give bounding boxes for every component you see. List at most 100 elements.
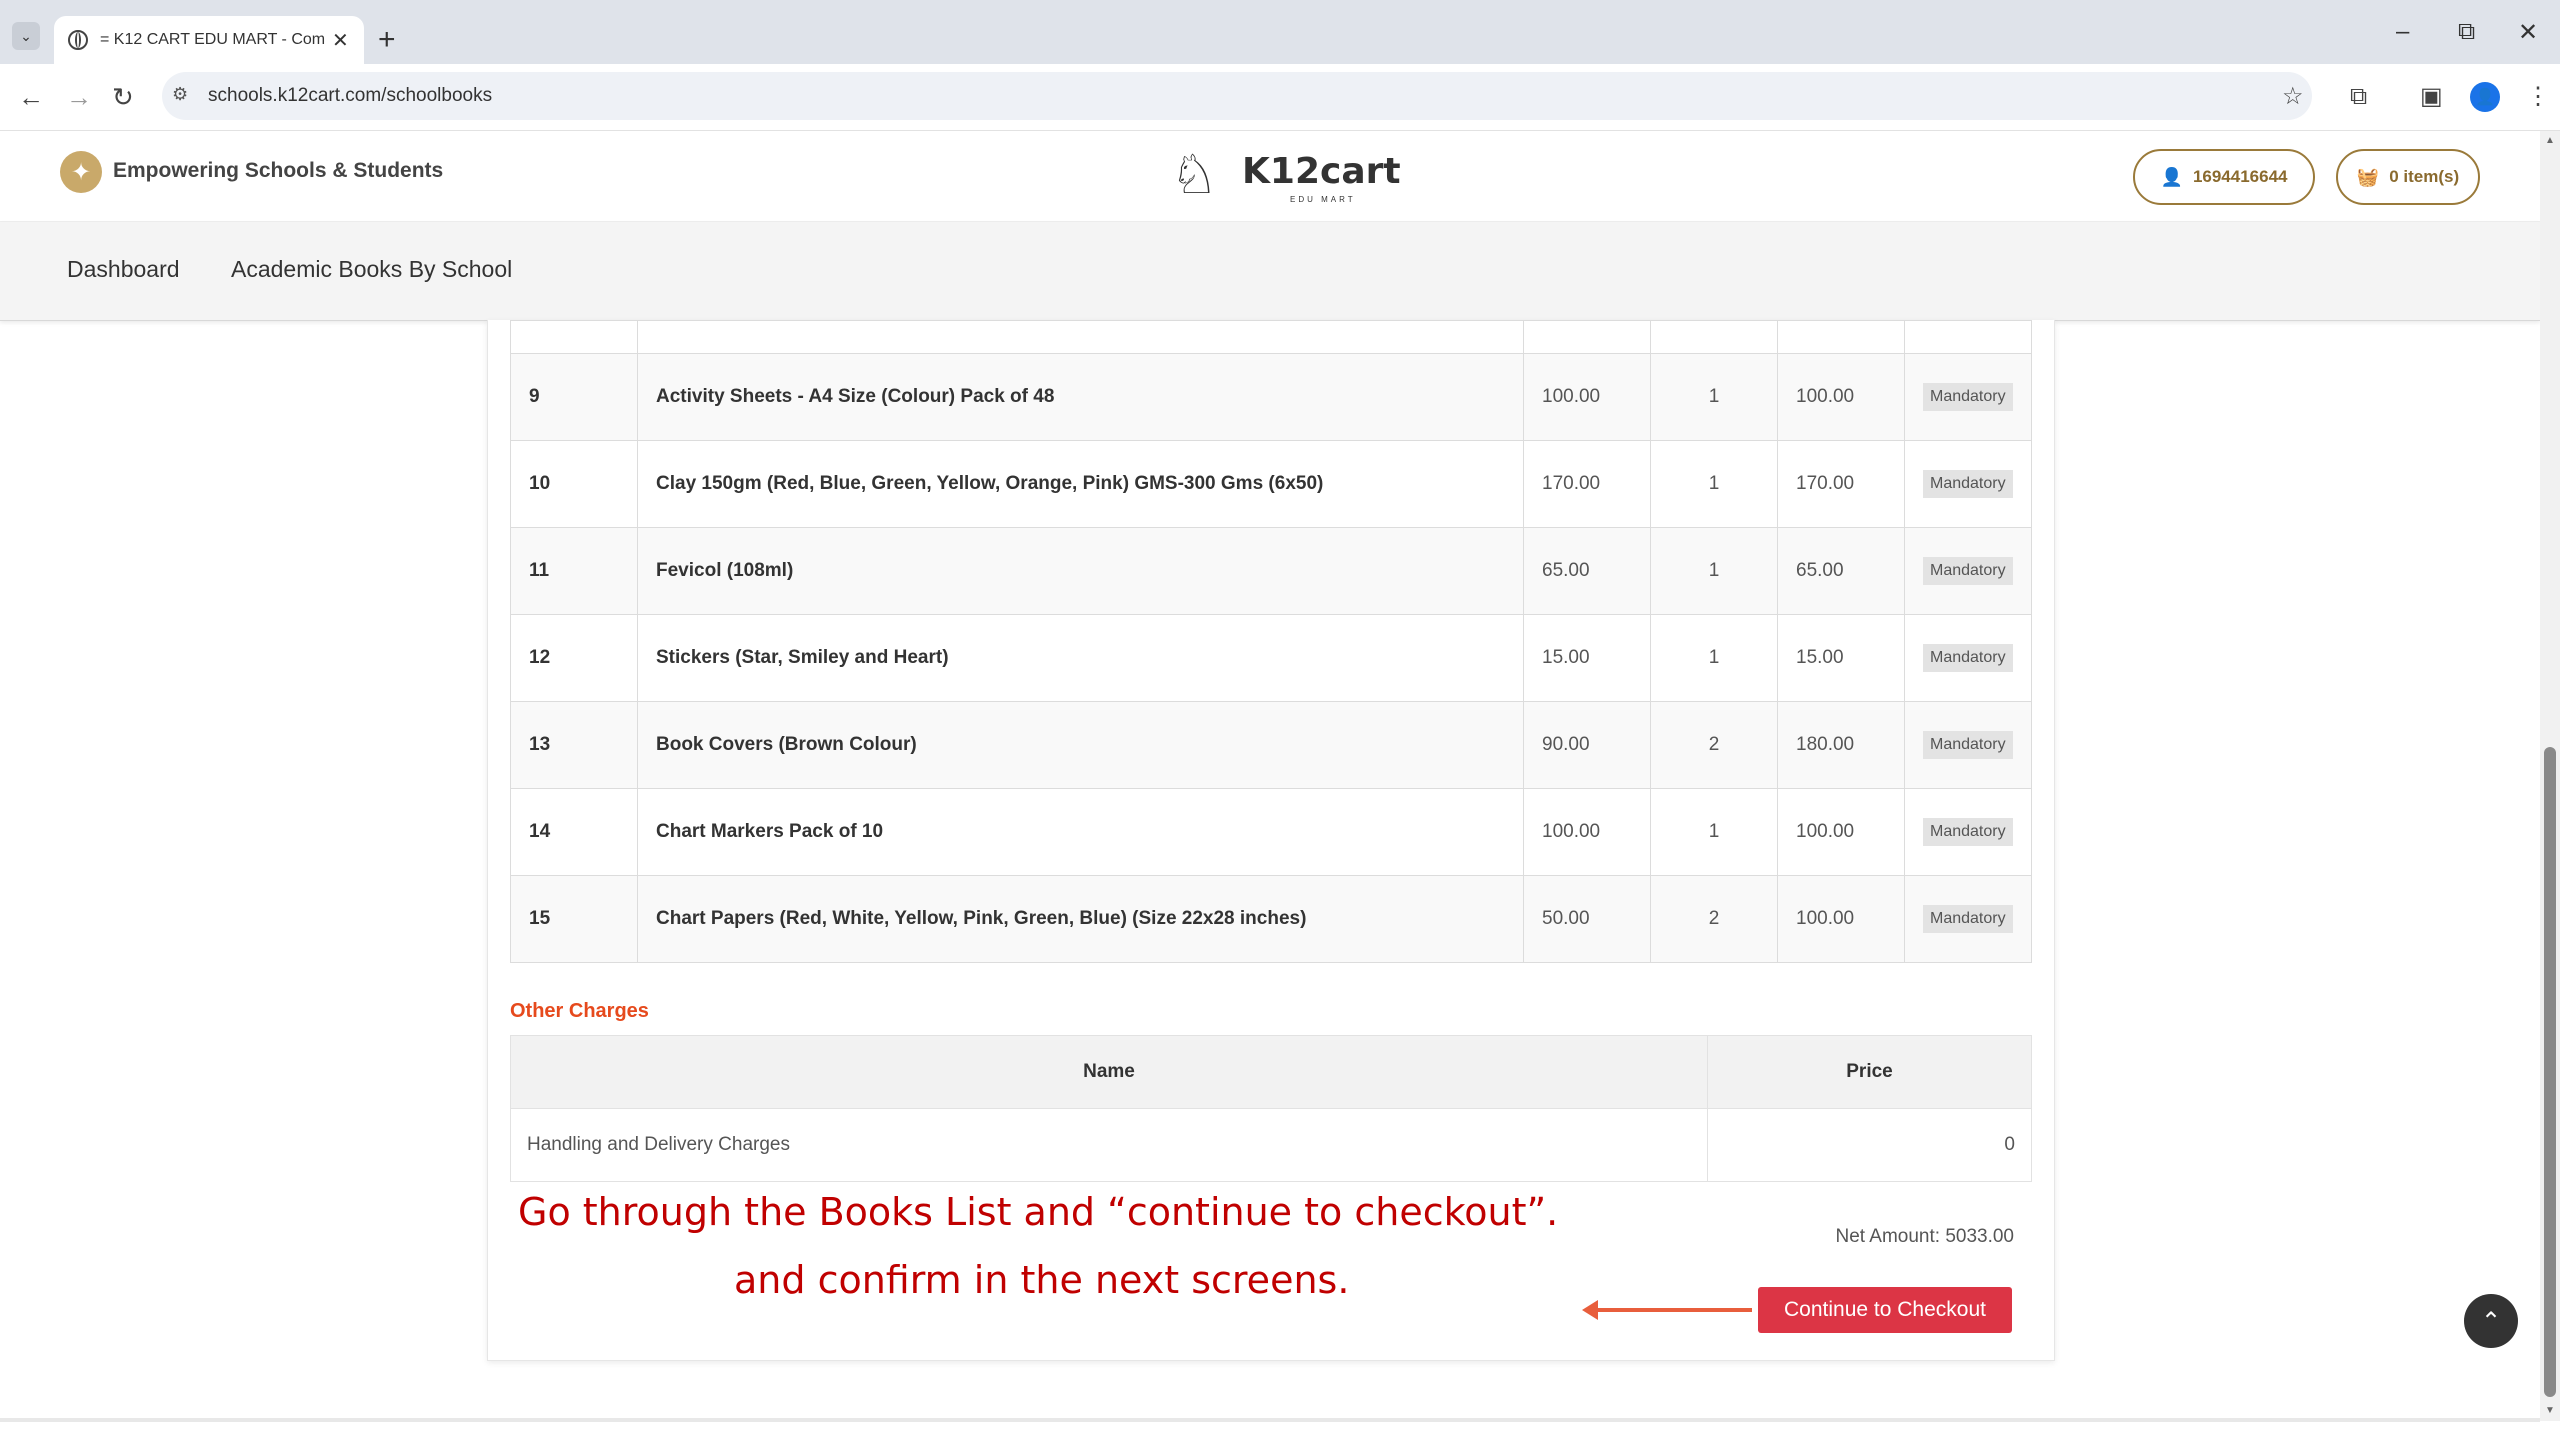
table-row: 11 Fevicol (108ml) 65.00 1 65.00 Mandato…: [510, 527, 2032, 615]
menu-kebab-icon[interactable]: ⋮: [2526, 84, 2550, 110]
profile-avatar-icon[interactable]: 👤: [2470, 82, 2500, 112]
browser-tab-bar: ⌄ = K12 CART EDU MART - Compl ✕ + – ⧉ ✕: [0, 0, 2560, 64]
forward-icon[interactable]: →: [66, 82, 92, 112]
url-text[interactable]: schools.k12cart.com/schoolbooks: [208, 85, 492, 107]
item-name: Activity Sheets - A4 Size (Colour) Pack …: [637, 353, 1524, 441]
minimize-icon[interactable]: –: [2396, 18, 2409, 46]
status-badge: Mandatory: [1923, 644, 2013, 672]
cart-icon: 🧺: [2356, 166, 2380, 187]
item-price: 65.00: [1523, 527, 1651, 615]
item-sno: 10: [510, 440, 638, 528]
nav-dashboard[interactable]: Dashboard: [67, 256, 180, 283]
item-price: 15.00: [1523, 614, 1651, 702]
items-table: 9 Activity Sheets - A4 Size (Colour) Pac…: [510, 320, 2032, 963]
account-button[interactable]: 👤 1694416644: [2133, 149, 2315, 205]
other-charges-table: Name Price Handling and Delivery Charges…: [510, 1035, 2032, 1182]
page-bottom-border: [0, 1418, 2540, 1422]
item-sno: 13: [510, 701, 638, 789]
item-name: Chart Papers (Red, White, Yellow, Pink, …: [637, 875, 1524, 963]
page-scrollbar[interactable]: ▲ ▼: [2540, 131, 2560, 1421]
side-panel-icon[interactable]: ▣: [2420, 84, 2443, 110]
charge-name: Handling and Delivery Charges: [510, 1108, 1708, 1182]
other-charges-heading: Other Charges: [510, 1000, 649, 1022]
table-row: 13 Book Covers (Brown Colour) 90.00 2 18…: [510, 701, 2032, 789]
brand-subtitle: EDU MART: [1290, 195, 1356, 204]
charge-price: 0: [1707, 1108, 2032, 1182]
extensions-icon[interactable]: ⧉: [2350, 84, 2367, 110]
status-badge: Mandatory: [1923, 383, 2013, 411]
item-total: 100.00: [1777, 875, 1905, 963]
status-badge: Mandatory: [1923, 905, 2013, 933]
item-name: Fevicol (108ml): [637, 527, 1524, 615]
item-total: 65.00: [1777, 527, 1905, 615]
table-row: 9 Activity Sheets - A4 Size (Colour) Pac…: [510, 353, 2032, 441]
site-info-icon[interactable]: ⚙: [172, 84, 188, 105]
item-name: Stickers (Star, Smiley and Heart): [637, 614, 1524, 702]
account-phone: 1694416644: [2192, 167, 2288, 186]
status-badge: Mandatory: [1923, 731, 2013, 759]
item-total: 180.00: [1777, 701, 1905, 789]
item-sno: 11: [510, 527, 638, 615]
table-row: 10 Clay 150gm (Red, Blue, Green, Yellow,…: [510, 440, 2032, 528]
net-amount: Net Amount: 5033.00: [1835, 1226, 2014, 1247]
item-total: 100.00: [1777, 788, 1905, 876]
item-total: 15.00: [1777, 614, 1905, 702]
item-total: 100.00: [1777, 353, 1905, 441]
item-qty: 2: [1650, 701, 1778, 789]
table-header-row: Name Price: [510, 1035, 2032, 1109]
window-close-icon[interactable]: ✕: [2518, 18, 2538, 47]
annotation-line-1: Go through the Books List and “continue …: [518, 1190, 1559, 1234]
scroll-up-icon[interactable]: ▲: [2545, 135, 2555, 146]
cart-count: 0 item(s): [2389, 167, 2460, 186]
item-qty: 1: [1650, 440, 1778, 528]
item-sno: 15: [510, 875, 638, 963]
user-icon: 👤: [2160, 166, 2183, 187]
table-row: [510, 320, 2032, 354]
scroll-to-top-button[interactable]: ⌃: [2464, 1294, 2518, 1348]
new-tab-button[interactable]: +: [378, 20, 396, 60]
item-qty: 1: [1650, 614, 1778, 702]
item-price: 100.00: [1523, 353, 1651, 441]
table-row: Handling and Delivery Charges 0: [510, 1108, 2032, 1182]
brand-name: K12cart: [1242, 151, 1401, 192]
item-qty: 2: [1650, 875, 1778, 963]
browser-tab[interactable]: = K12 CART EDU MART - Compl ✕: [54, 16, 364, 64]
continue-to-checkout-button[interactable]: Continue to Checkout: [1758, 1287, 2012, 1333]
bookmark-star-icon[interactable]: ☆: [2282, 84, 2304, 110]
globe-icon: [68, 30, 88, 50]
item-price: 170.00: [1523, 440, 1651, 528]
tagline: Empowering Schools & Students: [113, 159, 444, 182]
scrollbar-thumb[interactable]: [2544, 747, 2556, 1397]
cart-button[interactable]: 🧺 0 item(s): [2336, 149, 2480, 205]
table-row: 15 Chart Papers (Red, White, Yellow, Pin…: [510, 875, 2032, 963]
brand-logo[interactable]: ♘ K12cart EDU MART: [1170, 137, 1401, 217]
item-name: Clay 150gm (Red, Blue, Green, Yellow, Or…: [637, 440, 1524, 528]
item-qty: 1: [1650, 353, 1778, 441]
item-sno: 14: [510, 788, 638, 876]
item-name: Book Covers (Brown Colour): [637, 701, 1524, 789]
column-header-price: Price: [1707, 1035, 2032, 1109]
reload-icon[interactable]: ↻: [112, 82, 134, 112]
status-badge: Mandatory: [1923, 557, 2013, 585]
column-header-name: Name: [510, 1035, 1708, 1109]
browser-toolbar: ← → ↻ ⚙ schools.k12cart.com/schoolbooks …: [0, 64, 2560, 131]
tab-close-icon[interactable]: ✕: [332, 28, 349, 53]
back-icon[interactable]: ←: [18, 82, 44, 112]
item-qty: 1: [1650, 788, 1778, 876]
restore-icon[interactable]: ⧉: [2458, 18, 2475, 46]
books-list-card: 9 Activity Sheets - A4 Size (Colour) Pac…: [487, 320, 2055, 1361]
tab-title: = K12 CART EDU MART - Compl: [100, 31, 326, 48]
address-bar[interactable]: ⚙ schools.k12cart.com/schoolbooks: [162, 72, 2312, 120]
item-sno: 9: [510, 353, 638, 441]
annotation-arrow: [1582, 1300, 1752, 1320]
chevron-down-icon[interactable]: ⌄: [12, 22, 40, 50]
main-nav: Dashboard Academic Books By School: [0, 222, 2540, 321]
annotation-line-2: and confirm in the next screens.: [734, 1258, 1350, 1302]
tagline-logo-icon: ✦: [60, 151, 102, 193]
item-qty: 1: [1650, 527, 1778, 615]
nav-academic-books[interactable]: Academic Books By School: [231, 256, 512, 283]
scroll-down-icon[interactable]: ▼: [2545, 1405, 2555, 1416]
item-price: 90.00: [1523, 701, 1651, 789]
item-sno: 12: [510, 614, 638, 702]
item-total: 170.00: [1777, 440, 1905, 528]
